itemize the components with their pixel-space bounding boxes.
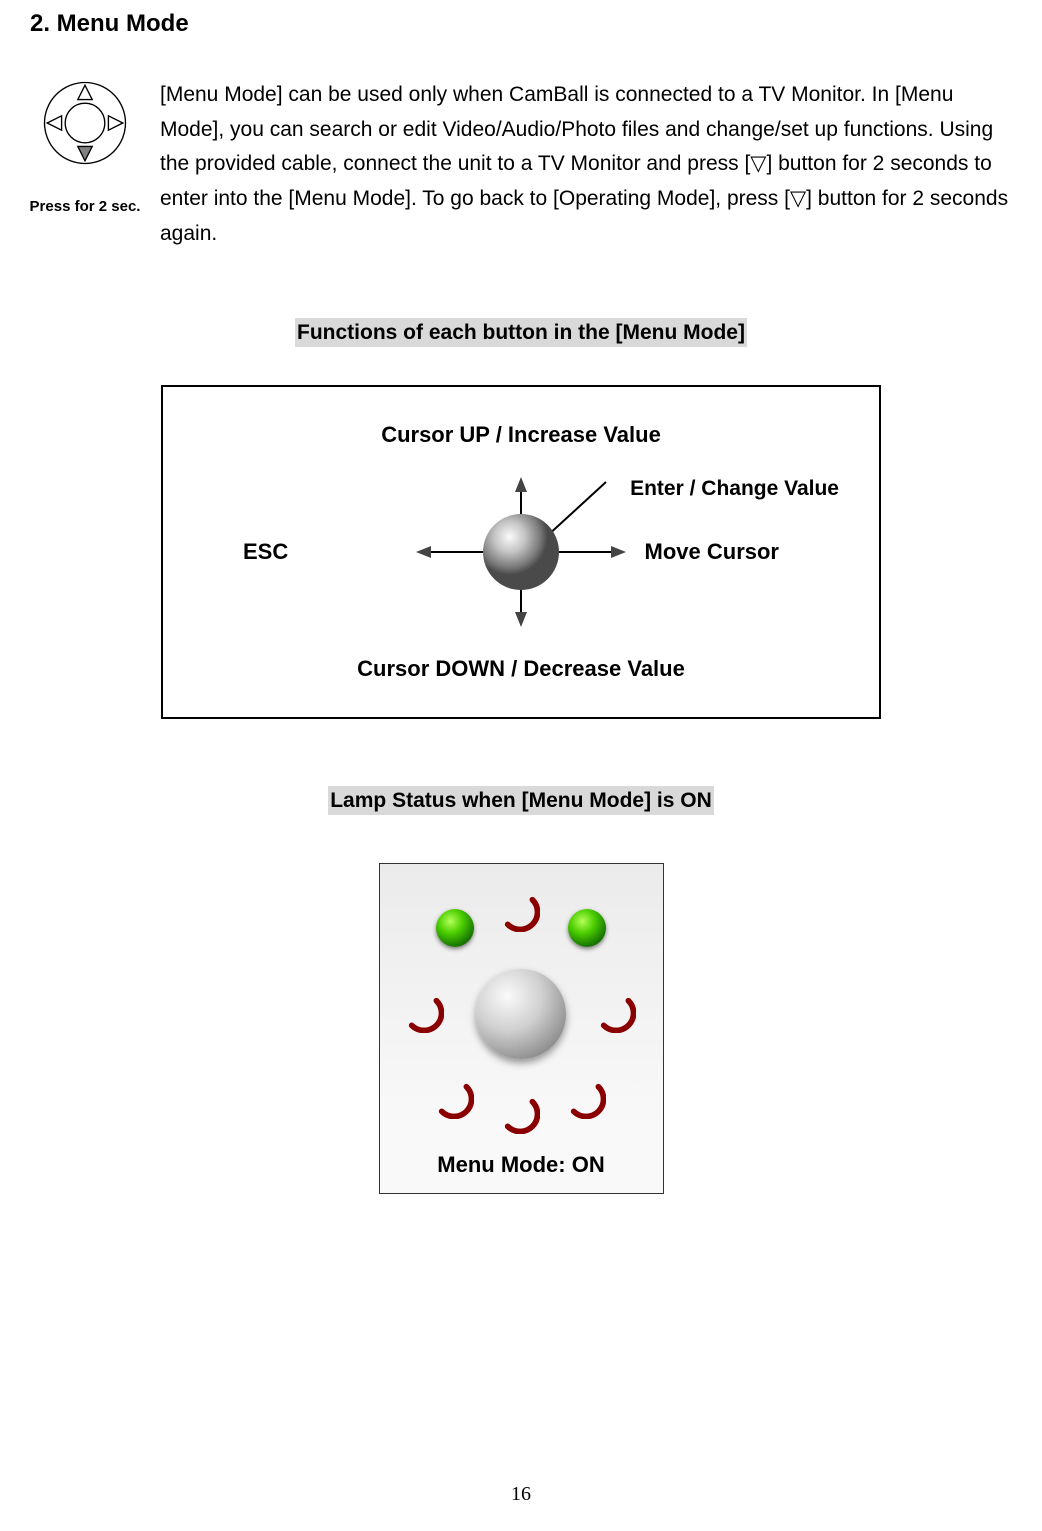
lamp-title-text: Lamp Status when [Menu Mode] is ON bbox=[328, 786, 714, 815]
functions-title-text: Functions of each button in the [Menu Mo… bbox=[295, 318, 747, 347]
dpad-icon-column: Press for 2 sec. bbox=[30, 78, 140, 251]
lamp-mid-left-off-icon bbox=[406, 995, 444, 1033]
lamp-joystick-center-icon bbox=[476, 969, 566, 1059]
lamp-bottom-center-off-icon bbox=[502, 1096, 540, 1134]
lamp-top-left-on-icon bbox=[436, 909, 474, 947]
lamp-mid-right-off-icon bbox=[598, 995, 636, 1033]
intro-section: Press for 2 sec. [Menu Mode] can be used… bbox=[30, 78, 1012, 251]
cursor-down-label: Cursor DOWN / Decrease Value bbox=[357, 656, 685, 682]
lamp-section-title: Lamp Status when [Menu Mode] is ON bbox=[30, 789, 1012, 813]
lamp-bottom-left-off-icon bbox=[436, 1081, 474, 1119]
dpad-icon bbox=[40, 78, 130, 168]
button-functions-diagram: Cursor UP / Increase Value Cursor DOWN /… bbox=[161, 385, 881, 719]
lamp-caption: Menu Mode: ON bbox=[400, 1152, 643, 1178]
lamp-top-right-on-icon bbox=[568, 909, 606, 947]
lamp-status-diagram: Menu Mode: ON bbox=[379, 863, 664, 1194]
section-heading: 2. Menu Mode bbox=[30, 10, 1012, 38]
lamp-bottom-right-off-icon bbox=[568, 1081, 606, 1119]
page-number: 16 bbox=[511, 1483, 531, 1506]
description-text: [Menu Mode] can be used only when CamBal… bbox=[160, 78, 1012, 251]
cursor-up-label: Cursor UP / Increase Value bbox=[381, 422, 661, 448]
lamp-top-center-off-icon bbox=[502, 894, 540, 932]
functions-section-title: Functions of each button in the [Menu Mo… bbox=[30, 321, 1012, 345]
esc-label: ESC bbox=[243, 539, 288, 565]
joystick-diagram-icon bbox=[371, 452, 671, 652]
dpad-caption: Press for 2 sec. bbox=[30, 198, 141, 215]
